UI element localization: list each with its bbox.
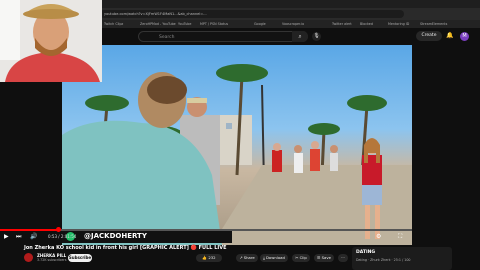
- bookmark-item[interactable]: StreamElements: [420, 21, 447, 27]
- progress-bar[interactable]: [0, 229, 412, 231]
- bookmark-item[interactable]: ZeroHPMod - YouTube: [140, 21, 176, 27]
- progress-handle[interactable]: [56, 227, 61, 232]
- more-icon[interactable]: ⋯: [338, 254, 348, 262]
- save-button[interactable]: ☰ Save: [314, 254, 334, 262]
- video-overlay-tag: @JACKDOHERTY: [62, 230, 232, 243]
- next-icon[interactable]: ⏭: [16, 233, 21, 241]
- bookmark-item[interactable]: MPT / PSN Status: [200, 21, 228, 27]
- channel-avatar[interactable]: [24, 253, 33, 262]
- search-input[interactable]: Search: [138, 31, 308, 42]
- volume-icon[interactable]: 🔊: [30, 233, 37, 240]
- url-field[interactable]: youtube.com/watch?v=XjFmW1F4MaN1...&ab_c…: [100, 10, 404, 18]
- video-scene: [62, 64, 412, 245]
- play-icon[interactable]: ▶: [4, 233, 9, 240]
- like-button[interactable]: 👍 232: [196, 254, 222, 262]
- webcam-scene: [0, 0, 102, 82]
- bookmark-item[interactable]: Twitch Clipz: [104, 21, 123, 27]
- bell-icon[interactable]: 🔔: [446, 32, 453, 39]
- recommendation-title: DATING: [356, 250, 376, 255]
- create-button[interactable]: Create: [416, 31, 442, 41]
- bookmark-item[interactable]: Mentoring ID: [388, 21, 409, 27]
- bookmark-item[interactable]: Vooscraper.io: [282, 21, 304, 27]
- microphone-icon[interactable]: 🎙: [312, 32, 321, 41]
- fullscreen-icon[interactable]: ⛶: [398, 233, 402, 241]
- progress-fill: [0, 229, 58, 231]
- search-icon[interactable]: ⌕: [292, 31, 308, 42]
- webcam-overlay: [0, 0, 102, 82]
- video-title: Jon Zherka KO school kid in front his gi…: [24, 245, 227, 251]
- subscribe-button[interactable]: Subscribe: [68, 254, 92, 262]
- subscriber-count: 3.72K subscribers: [37, 258, 67, 262]
- gear-icon[interactable]: ⚙: [376, 233, 381, 240]
- clip-button[interactable]: ✂ Clip: [292, 254, 310, 262]
- bookmark-item[interactable]: Google: [254, 21, 266, 27]
- recommendation-meta: Dating · Zhurk Zherk · 25:1 / 100: [356, 258, 411, 262]
- bookmark-item[interactable]: YouTube: [178, 21, 191, 27]
- video-frame[interactable]: [62, 45, 412, 245]
- time-display: 0:53 / 2:01:54: [48, 234, 77, 239]
- bookmark-item[interactable]: Twitter alert: [332, 21, 352, 27]
- download-button[interactable]: ⤓ Download: [260, 254, 288, 262]
- bookmark-item[interactable]: Blocked: [360, 21, 373, 27]
- avatar[interactable]: M: [460, 32, 469, 41]
- share-button[interactable]: ↗ Share: [236, 254, 258, 262]
